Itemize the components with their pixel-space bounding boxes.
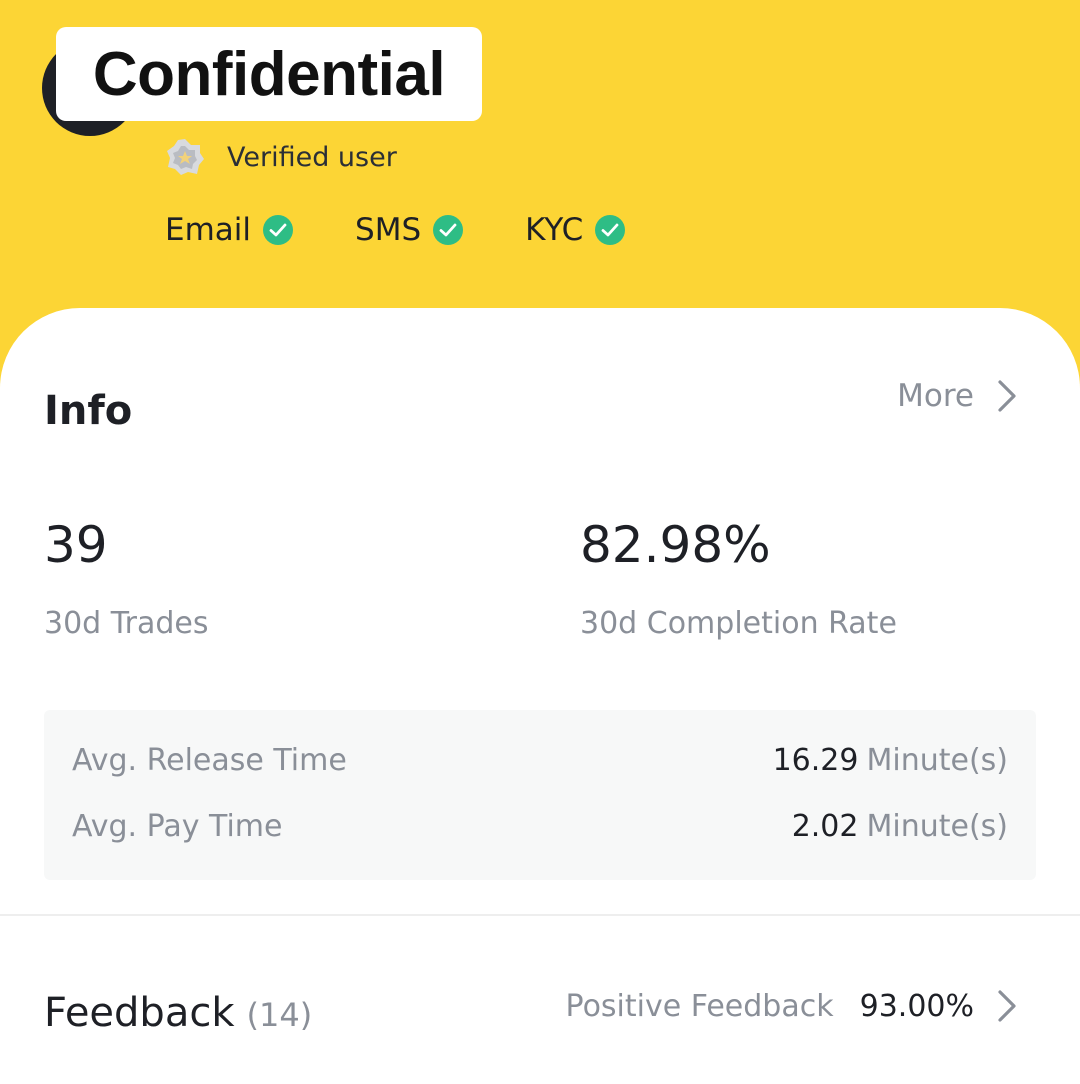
- release-time-value-group: 16.29 Minute(s): [773, 743, 1008, 778]
- verification-kyc: KYC: [525, 212, 626, 248]
- verified-user-label: Verified user: [227, 141, 397, 173]
- release-time-row: Avg. Release Time 16.29 Minute(s): [72, 738, 1008, 782]
- completion-rate-label: 30d Completion Rate: [580, 606, 897, 641]
- verification-email: Email: [165, 212, 294, 248]
- verified-user-row: Verified user: [165, 135, 397, 179]
- pay-time-label: Avg. Pay Time: [72, 808, 283, 844]
- feedback-count: (14): [246, 996, 313, 1034]
- chevron-right-icon: [998, 990, 1016, 1022]
- positive-feedback-link[interactable]: Positive Feedback 93.00%: [566, 988, 1018, 1024]
- release-time-label: Avg. Release Time: [72, 742, 347, 778]
- check-circle-icon: [433, 215, 464, 245]
- check-circle-icon: [263, 215, 294, 245]
- verification-label: Email: [165, 212, 252, 248]
- pay-time-row: Avg. Pay Time 2.02 Minute(s): [72, 804, 1008, 848]
- release-time-unit: Minute(s): [866, 742, 1008, 778]
- more-button[interactable]: More: [897, 378, 1018, 414]
- info-card: Info More 39 30d Trades 82.98% 30d Compl…: [0, 308, 1080, 1084]
- avg-times-panel: Avg. Release Time 16.29 Minute(s) Avg. P…: [44, 710, 1036, 880]
- verification-checks: Email SMS KYC: [165, 208, 687, 252]
- positive-feedback-value: 93.00%: [859, 988, 974, 1024]
- feedback-section-title: Feedback (14): [44, 990, 312, 1036]
- merchant-profile-page: Confidential Verified user Email SMS KYC: [0, 0, 1080, 1084]
- pay-time-unit: Minute(s): [866, 808, 1008, 844]
- verification-sms: SMS: [355, 212, 464, 248]
- release-time-value: 16.29: [772, 742, 859, 778]
- pay-time-value: 2.02: [791, 808, 859, 844]
- completion-rate-value: 82.98%: [580, 516, 771, 574]
- more-label: More: [897, 378, 974, 414]
- verification-label: KYC: [525, 212, 584, 248]
- feedback-label: Feedback: [44, 990, 235, 1036]
- check-circle-icon: [595, 215, 626, 245]
- chevron-right-icon: [998, 380, 1016, 412]
- info-section-title: Info: [44, 388, 133, 434]
- confidential-redaction-label: Confidential: [56, 27, 482, 121]
- verified-badge-icon: [167, 139, 204, 175]
- pay-time-value-group: 2.02 Minute(s): [792, 809, 1008, 844]
- trades-count-value: 39: [44, 516, 108, 574]
- verification-label: SMS: [355, 212, 422, 248]
- section-divider: [0, 914, 1080, 916]
- positive-feedback-label: Positive Feedback: [565, 988, 834, 1024]
- trades-count-label: 30d Trades: [44, 606, 209, 641]
